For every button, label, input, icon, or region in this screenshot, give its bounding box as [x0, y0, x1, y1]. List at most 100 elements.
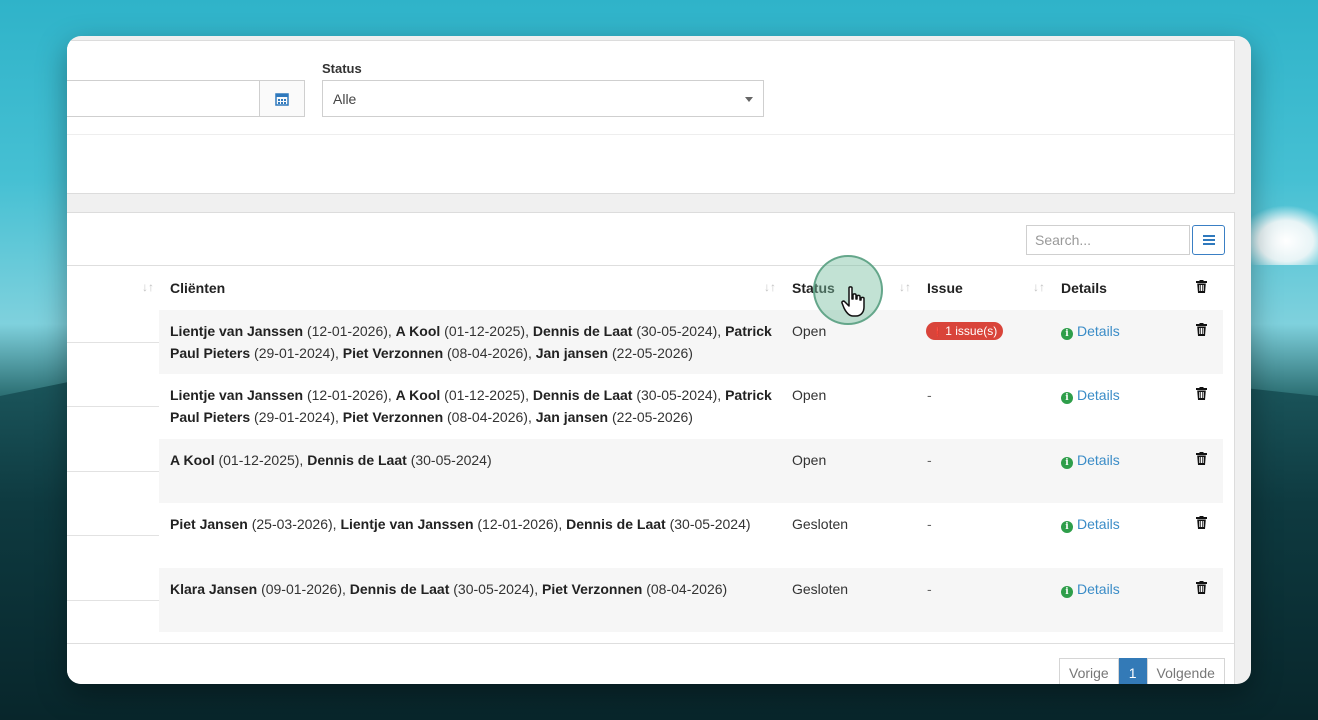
- trash-icon[interactable]: [1196, 452, 1207, 468]
- client-name: Dennis de Laat: [532, 323, 633, 339]
- sort-icon[interactable]: ↓↑: [142, 280, 154, 294]
- info-circle-icon: i: [1061, 521, 1073, 533]
- row-left-divider: [67, 342, 159, 343]
- calendar-button[interactable]: [259, 80, 305, 117]
- client-date: (09-01-2026): [261, 581, 342, 597]
- app-window: Status Alle Search... ↓↑ Cliënten ↓↑ Sta…: [67, 36, 1251, 684]
- filter-panel: Status Alle: [67, 40, 1235, 194]
- details-link[interactable]: i Details: [1061, 320, 1120, 342]
- details-link[interactable]: i Details: [1061, 578, 1120, 600]
- sort-icon[interactable]: ↓↑: [764, 280, 776, 294]
- client-date: (01-12-2025): [444, 323, 526, 339]
- row-left-divider: [67, 535, 159, 536]
- clients-cell: A Kool (01-12-2025), Dennis de Laat (30-…: [170, 452, 492, 468]
- info-circle-icon: i: [1061, 586, 1073, 598]
- table-row: Lientje van Janssen (12-01-2026), A Kool…: [67, 374, 1223, 438]
- client-name: Dennis de Laat: [532, 387, 633, 403]
- client-date: (30-05-2024): [636, 387, 718, 403]
- pagination-page-1[interactable]: 1: [1118, 658, 1147, 684]
- info-circle-icon: i: [1061, 328, 1073, 340]
- details-label: Details: [1077, 323, 1120, 339]
- details-label: Details: [1077, 581, 1120, 597]
- issue-cell: -: [927, 581, 932, 597]
- issue-badge[interactable]: ❗ 1 issue(s): [926, 322, 1004, 340]
- client-name: A Kool: [170, 452, 215, 468]
- clients-cell: Klara Jansen (09-01-2026), Dennis de Laa…: [170, 581, 728, 597]
- client-name: Dennis de Laat: [307, 452, 407, 468]
- client-name: A Kool: [395, 323, 441, 339]
- client-date: (30-05-2024): [636, 323, 718, 339]
- panel-divider: [67, 134, 1234, 135]
- table-row: Klara Jansen (09-01-2026), Dennis de Laa…: [67, 568, 1223, 632]
- date-input[interactable]: [67, 80, 260, 117]
- pagination: Vorige 1 Volgende: [1059, 658, 1225, 684]
- row-left-divider: [67, 471, 159, 472]
- header-issue[interactable]: Issue: [927, 280, 963, 296]
- details-link[interactable]: i Details: [1061, 384, 1120, 406]
- details-label: Details: [1077, 516, 1120, 532]
- list-icon: [1202, 235, 1215, 245]
- header-clienten[interactable]: Cliënten: [170, 280, 225, 296]
- client-date: (22-05-2026): [612, 345, 693, 361]
- client-name: Piet Verzonnen: [342, 409, 444, 425]
- details-link[interactable]: i Details: [1061, 449, 1120, 471]
- status-cell: Open: [792, 452, 827, 468]
- issue-cell: -: [927, 387, 932, 403]
- issue-badge-label: 1 issue(s): [945, 324, 998, 338]
- client-name: Dennis de Laat: [566, 516, 666, 532]
- client-name: Piet Jansen: [170, 516, 248, 532]
- client-name: Klara Jansen: [170, 581, 258, 597]
- table-toolbar: Search...: [67, 213, 1234, 266]
- details-label: Details: [1077, 387, 1120, 403]
- sort-icon[interactable]: ↓↑: [899, 280, 911, 294]
- sort-icon[interactable]: ↓↑: [1033, 280, 1045, 294]
- clients-cell: Lientje van Janssen (12-01-2026), A Kool…: [170, 323, 772, 361]
- trash-icon[interactable]: [1196, 581, 1207, 597]
- status-cell: Gesloten: [792, 581, 849, 597]
- calendar-icon: [275, 92, 289, 106]
- trash-icon[interactable]: [1196, 516, 1207, 532]
- client-name: Lientje van Janssen: [170, 323, 304, 339]
- client-name: Dennis de Laat: [349, 581, 450, 597]
- row-left-divider: [67, 406, 159, 407]
- client-name: Piet Verzonnen: [342, 345, 444, 361]
- trash-icon[interactable]: [1196, 323, 1207, 339]
- pagination-next-button[interactable]: Volgende: [1146, 658, 1225, 684]
- status-filter-label: Status: [322, 61, 362, 76]
- client-date: (22-05-2026): [612, 409, 693, 425]
- hand-pointer-icon: [841, 286, 865, 317]
- search-input[interactable]: Search...: [1026, 225, 1190, 255]
- client-date: (30-05-2024): [410, 452, 492, 468]
- pagination-prev-button[interactable]: Vorige: [1059, 658, 1119, 684]
- status-cell: Open: [792, 323, 827, 339]
- info-circle-icon: i: [1061, 457, 1073, 469]
- client-date: (08-04-2026): [447, 345, 528, 361]
- client-date: (12-01-2026): [306, 323, 388, 339]
- table-row: Piet Jansen (25-03-2026), Lientje van Ja…: [67, 503, 1223, 567]
- status-select[interactable]: Alle: [322, 80, 764, 117]
- client-name: Piet Verzonnen: [541, 581, 643, 597]
- clients-cell: Piet Jansen (25-03-2026), Lientje van Ja…: [170, 516, 751, 532]
- row-left-divider: [67, 600, 159, 601]
- client-date: (25-03-2026): [251, 516, 333, 532]
- info-circle-icon: i: [1061, 392, 1073, 404]
- header-details[interactable]: Details: [1061, 280, 1107, 296]
- table-footer: Vorige 1 Volgende: [67, 643, 1234, 684]
- table-row: Lientje van Janssen (12-01-2026), A Kool…: [67, 310, 1223, 374]
- client-name: Jan jansen: [535, 345, 609, 361]
- column-menu-button[interactable]: [1192, 225, 1225, 255]
- chevron-down-icon: [745, 97, 753, 102]
- client-name: Lientje van Janssen: [170, 387, 304, 403]
- client-date: (01-12-2025): [218, 452, 300, 468]
- details-link[interactable]: i Details: [1061, 513, 1120, 535]
- details-label: Details: [1077, 452, 1120, 468]
- client-name: Jan jansen: [535, 409, 609, 425]
- trash-icon[interactable]: [1196, 387, 1207, 403]
- client-name: A Kool: [395, 387, 441, 403]
- issue-cell: -: [927, 452, 932, 468]
- client-date: (29-01-2024): [254, 345, 335, 361]
- status-select-value: Alle: [333, 91, 357, 107]
- client-date: (08-04-2026): [646, 581, 728, 597]
- client-date: (01-12-2025): [444, 387, 526, 403]
- exclamation-icon: ❗: [932, 327, 944, 337]
